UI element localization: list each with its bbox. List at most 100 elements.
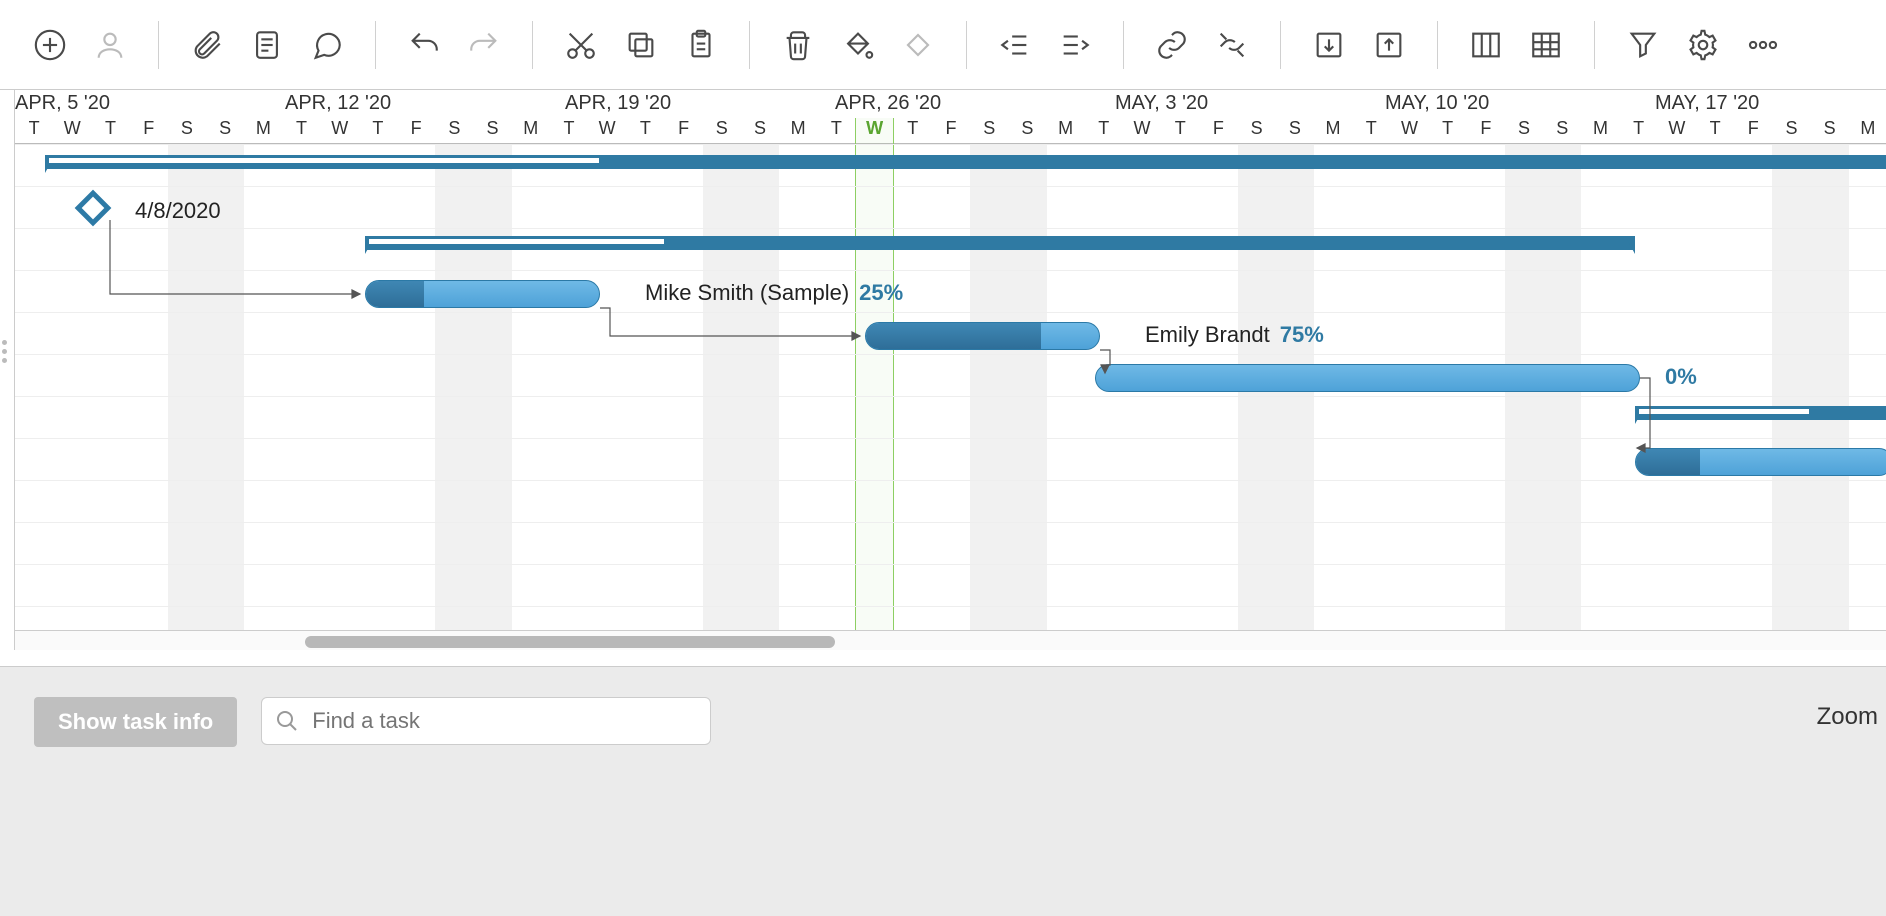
day-cell: M bbox=[244, 118, 282, 139]
summary-bar-3[interactable] bbox=[1635, 406, 1886, 420]
day-cell: T bbox=[359, 118, 397, 139]
task-bar-3[interactable] bbox=[1095, 364, 1640, 392]
day-cell: F bbox=[1734, 118, 1772, 139]
task-label-2: Emily Brandt75% bbox=[1145, 322, 1324, 348]
columns-button[interactable] bbox=[1466, 25, 1506, 65]
task-bar-4[interactable] bbox=[1635, 448, 1886, 476]
day-cell: S bbox=[473, 118, 511, 139]
assign-button[interactable] bbox=[90, 25, 130, 65]
separator bbox=[532, 21, 533, 69]
day-cell: M bbox=[1047, 118, 1085, 139]
day-cell: W bbox=[1390, 118, 1428, 139]
find-task-input[interactable] bbox=[261, 697, 711, 745]
day-cell: T bbox=[894, 118, 932, 139]
search-icon bbox=[275, 709, 299, 733]
day-cell: S bbox=[1505, 118, 1543, 139]
outdent-button[interactable] bbox=[995, 25, 1035, 65]
week-label: MAY, 3 '20 bbox=[1115, 92, 1208, 115]
summary-bar-1[interactable] bbox=[45, 155, 1886, 169]
more-button[interactable] bbox=[1743, 25, 1783, 65]
day-cell: T bbox=[1161, 118, 1199, 139]
cut-button[interactable] bbox=[561, 25, 601, 65]
unlink-button[interactable] bbox=[1212, 25, 1252, 65]
week-label: APR, 12 '20 bbox=[285, 92, 391, 115]
attach-button[interactable] bbox=[187, 25, 227, 65]
day-cell: S bbox=[206, 118, 244, 139]
day-cell: F bbox=[130, 118, 168, 139]
day-cell: M bbox=[1314, 118, 1352, 139]
comment-button[interactable] bbox=[307, 25, 347, 65]
day-cell: W bbox=[53, 118, 91, 139]
day-cell: F bbox=[932, 118, 970, 139]
redo-button[interactable] bbox=[464, 25, 504, 65]
indent-button[interactable] bbox=[1055, 25, 1095, 65]
day-cell: S bbox=[1276, 118, 1314, 139]
filter-button[interactable] bbox=[1623, 25, 1663, 65]
day-cell: F bbox=[1467, 118, 1505, 139]
day-cell: S bbox=[1811, 118, 1849, 139]
day-cell: T bbox=[1085, 118, 1123, 139]
export-button[interactable] bbox=[1369, 25, 1409, 65]
zoom-label: Zoom bbox=[1817, 703, 1878, 731]
day-cell: T bbox=[817, 118, 855, 139]
link-button[interactable] bbox=[1152, 25, 1192, 65]
week-label: APR, 19 '20 bbox=[565, 92, 671, 115]
day-cell: S bbox=[1543, 118, 1581, 139]
separator bbox=[158, 21, 159, 69]
gantt-timeline: APR, 5 '20APR, 12 '20APR, 19 '20APR, 26 … bbox=[14, 90, 1886, 650]
task-label-3: 0% bbox=[1655, 364, 1697, 390]
scrollbar-thumb[interactable] bbox=[305, 636, 835, 648]
day-cell: S bbox=[970, 118, 1008, 139]
day-cell: S bbox=[1772, 118, 1810, 139]
import-button[interactable] bbox=[1309, 25, 1349, 65]
day-cell: W bbox=[588, 118, 626, 139]
find-task-wrap bbox=[261, 697, 711, 745]
day-cell: S bbox=[1008, 118, 1046, 139]
delete-button[interactable] bbox=[778, 25, 818, 65]
day-cell: M bbox=[1581, 118, 1619, 139]
day-cell: T bbox=[91, 118, 129, 139]
paste-button[interactable] bbox=[681, 25, 721, 65]
day-cell: T bbox=[1429, 118, 1467, 139]
day-cell: S bbox=[1238, 118, 1276, 139]
gantt-row bbox=[15, 564, 1886, 606]
milestone-shape-button[interactable] bbox=[898, 25, 938, 65]
gantt-row bbox=[15, 270, 1886, 312]
separator bbox=[375, 21, 376, 69]
task-label-1: Mike Smith (Sample)25% bbox=[645, 280, 903, 306]
notes-button[interactable] bbox=[247, 25, 287, 65]
gantt-row bbox=[15, 480, 1886, 522]
day-cell: S bbox=[741, 118, 779, 139]
add-button[interactable] bbox=[30, 25, 70, 65]
week-label: MAY, 17 '20 bbox=[1655, 92, 1759, 115]
day-cell: S bbox=[435, 118, 473, 139]
separator bbox=[1594, 21, 1595, 69]
day-cell: W bbox=[1658, 118, 1696, 139]
bottom-bar: Show task info Zoom bbox=[0, 666, 1886, 916]
day-cell: T bbox=[1620, 118, 1658, 139]
paint-button[interactable] bbox=[838, 25, 878, 65]
day-cell: W bbox=[1123, 118, 1161, 139]
separator bbox=[1123, 21, 1124, 69]
settings-button[interactable] bbox=[1683, 25, 1723, 65]
week-label: MAY, 10 '20 bbox=[1385, 92, 1489, 115]
separator bbox=[1280, 21, 1281, 69]
day-cell: W bbox=[321, 118, 359, 139]
copy-button[interactable] bbox=[621, 25, 661, 65]
panel-grip[interactable] bbox=[2, 340, 7, 363]
grid-button[interactable] bbox=[1526, 25, 1566, 65]
gantt-row bbox=[15, 396, 1886, 438]
task-bar-1[interactable] bbox=[365, 280, 600, 308]
day-cell: T bbox=[1696, 118, 1734, 139]
show-task-info-button[interactable]: Show task info bbox=[34, 697, 237, 747]
gantt-row bbox=[15, 438, 1886, 480]
summary-bar-2[interactable] bbox=[365, 236, 1635, 250]
gantt-row bbox=[15, 522, 1886, 564]
horizontal-scrollbar[interactable] bbox=[15, 630, 1886, 650]
day-cell: T bbox=[626, 118, 664, 139]
day-cell: T bbox=[550, 118, 588, 139]
gantt-row bbox=[15, 186, 1886, 228]
toolbar bbox=[0, 0, 1886, 90]
undo-button[interactable] bbox=[404, 25, 444, 65]
task-bar-2[interactable] bbox=[865, 322, 1100, 350]
